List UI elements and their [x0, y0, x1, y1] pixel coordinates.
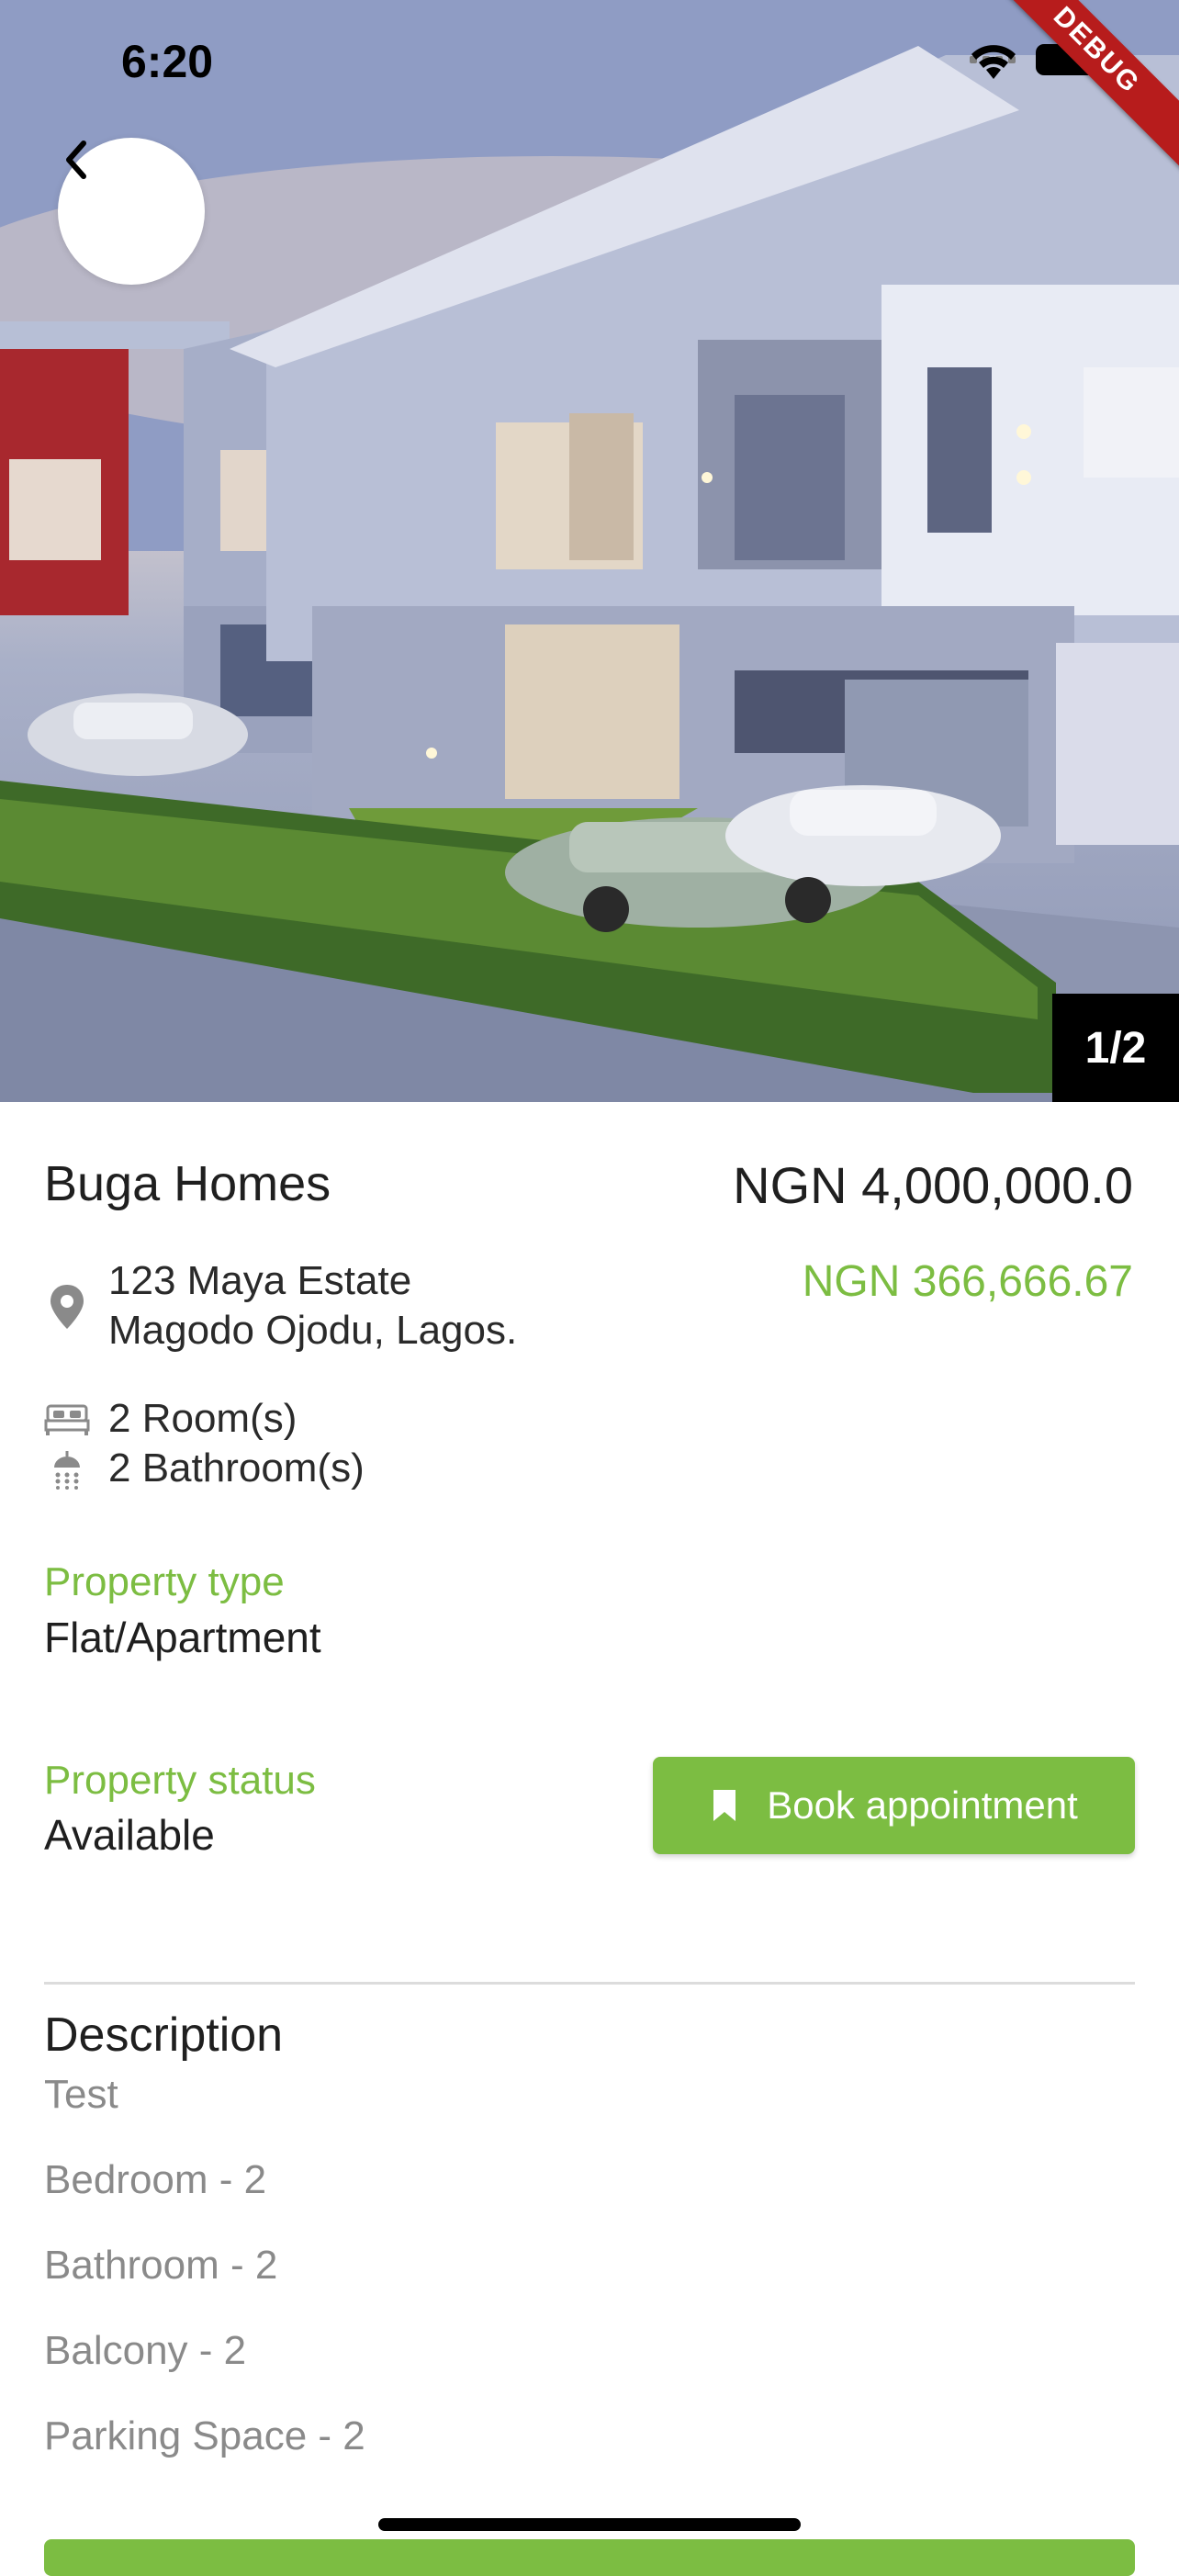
bathrooms-row: 2 Bathroom(s)	[44, 1445, 365, 1491]
rooms-count: 2 Room(s)	[108, 1396, 298, 1441]
description-line: Test	[44, 2072, 118, 2117]
bookmark-icon	[713, 1790, 736, 1821]
property-name: Buga Homes	[44, 1156, 331, 1211]
property-type-label: Property type	[44, 1559, 285, 1604]
bed-icon	[44, 1396, 90, 1442]
section-divider	[44, 1982, 1135, 1985]
address-line-2: Magodo Ojodu, Lagos.	[108, 1308, 518, 1353]
back-button[interactable]	[58, 138, 205, 285]
wifi-icon	[971, 45, 1016, 79]
property-price: NGN 4,000,000.0	[733, 1156, 1133, 1214]
description-line: Balcony - 2	[44, 2328, 247, 2373]
bathrooms-count: 2 Bathroom(s)	[108, 1445, 365, 1490]
book-appointment-label: Book appointment	[767, 1783, 1078, 1827]
book-appointment-button[interactable]: Book appointment	[653, 1757, 1135, 1854]
chevron-left-icon	[66, 141, 86, 179]
shower-icon	[44, 1445, 90, 1491]
description-title: Description	[44, 2008, 284, 2062]
property-photo[interactable]: 6:20 DEBUG 1/2	[0, 0, 1179, 1102]
location-pin-icon	[51, 1285, 84, 1329]
description-line: Bedroom - 2	[44, 2157, 267, 2202]
property-address: 123 Maya Estate Magodo Ojodu, Lagos.	[108, 1256, 517, 1355]
bottom-action-bar[interactable]	[44, 2539, 1135, 2576]
monthly-price: NGN 366,666.67	[802, 1257, 1133, 1306]
address-line-1: 123 Maya Estate	[108, 1258, 412, 1303]
property-status-value: Available	[44, 1811, 215, 1859]
status-bar: 6:20	[0, 0, 1179, 129]
description-line: Parking Space - 2	[44, 2413, 365, 2458]
description-line: Bathroom - 2	[44, 2243, 278, 2288]
home-indicator[interactable]	[378, 2518, 801, 2531]
property-type-value: Flat/Apartment	[44, 1614, 321, 1661]
rooms-row: 2 Room(s)	[44, 1396, 297, 1442]
property-status-label: Property status	[44, 1758, 316, 1803]
status-time: 6:20	[121, 36, 214, 87]
image-counter: 1/2	[1052, 994, 1179, 1102]
